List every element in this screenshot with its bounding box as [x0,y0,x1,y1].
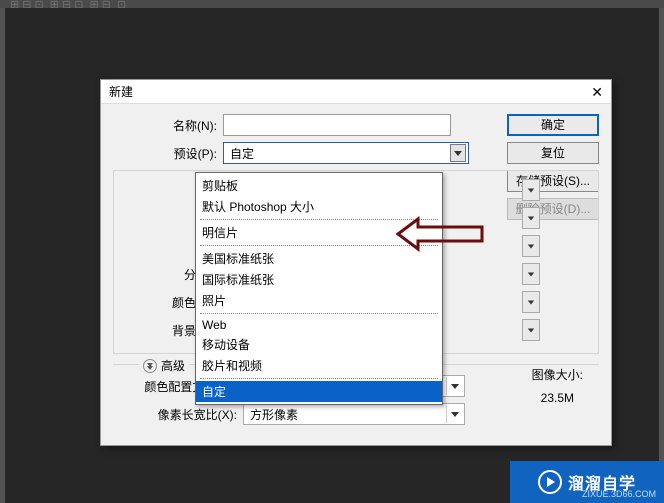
chevron-down-icon[interactable] [522,319,540,341]
collapse-icon[interactable] [143,359,157,373]
pixelaspect-label: 像素长宽比(X): [113,406,243,423]
dialog-title: 新建 [109,83,133,100]
close-icon[interactable]: ✕ [591,85,603,99]
dd-intl-paper[interactable]: 国际标准纸张 [196,269,442,290]
dd-custom[interactable]: 自定 [196,381,442,402]
dd-default-ps[interactable]: 默认 Photoshop 大小 [196,196,442,217]
chevron-down-icon[interactable] [450,144,466,162]
dd-photo[interactable]: 照片 [196,290,442,311]
chevron-down-icon[interactable] [522,207,540,229]
logo-subtext: ZIXUE.3D66.COM [582,489,656,499]
chevron-down-icon[interactable] [522,179,540,201]
pixelaspect-value: 方形像素 [250,406,298,423]
dd-mobile[interactable]: 移动设备 [196,334,442,355]
dd-postcard[interactable]: 明信片 [196,222,442,243]
pixel-aspect-select[interactable]: 方形像素 [243,403,465,425]
chevron-down-icon[interactable] [522,291,540,313]
preset-select[interactable]: 自定 [223,142,469,164]
ok-button[interactable]: 确定 [507,114,599,136]
name-input[interactable] [223,114,451,136]
preset-dropdown[interactable]: 剪贴板 默认 Photoshop 大小 明信片 美国标准纸张 国际标准纸张 照片… [195,172,443,405]
dialog-titlebar: 新建 ✕ [101,80,611,104]
app-toolbar: ⊞ ⊟ ⊡⊞ ⊟ ⊡⊞ ⊟⊡ [0,0,664,8]
preset-value: 自定 [230,145,254,162]
new-document-dialog: 新建 ✕ 确定 复位 存储预设(S)... 删除预设(D)... 名称(N): … [100,79,612,446]
dd-clipboard[interactable]: 剪贴板 [196,175,442,196]
dimensions-fieldset: 剪贴板 默认 Photoshop 大小 明信片 美国标准纸张 国际标准纸张 照片… [113,170,599,354]
chevron-down-icon[interactable] [522,235,540,257]
chevron-down-icon[interactable] [446,377,462,395]
dd-web[interactable]: Web [196,316,442,334]
chevron-down-icon[interactable] [522,263,540,285]
chevron-down-icon[interactable] [446,405,462,423]
dd-us-paper[interactable]: 美国标准纸张 [196,248,442,269]
play-icon [538,470,562,494]
preset-label: 预设(P): [113,145,223,162]
advanced-label: 高级 [161,357,185,374]
name-label: 名称(N): [113,117,223,134]
dd-film-video[interactable]: 胶片和视频 [196,355,442,376]
watermark-logo: 溜溜自学 ZIXUE.3D66.COM [510,461,664,503]
